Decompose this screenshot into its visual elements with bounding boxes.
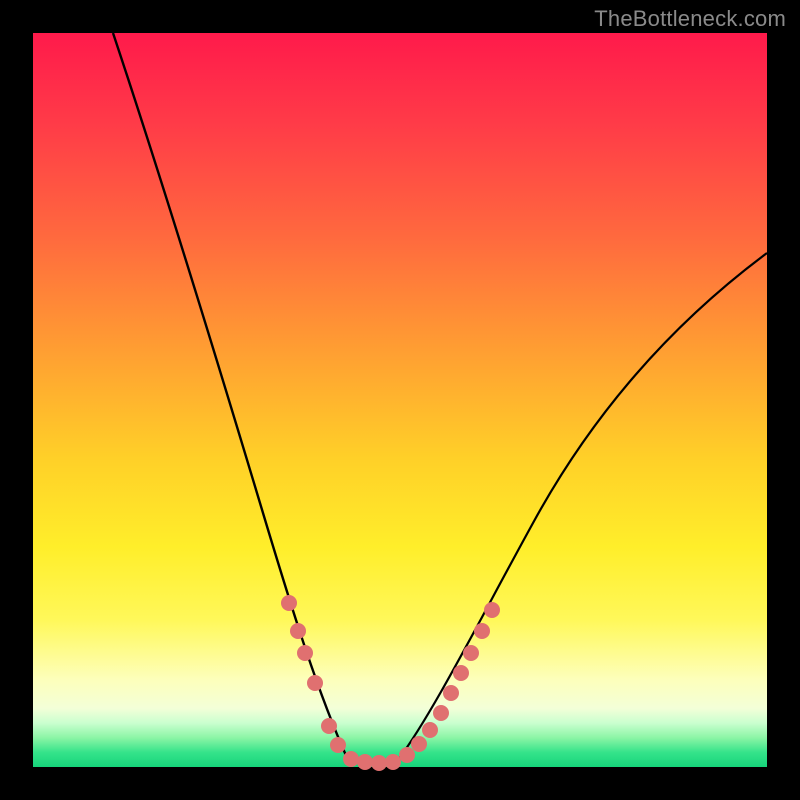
curve-left — [113, 33, 348, 760]
outer-frame: TheBottleneck.com — [0, 0, 800, 800]
watermark-text: TheBottleneck.com — [594, 6, 786, 32]
curve-layer — [33, 33, 767, 767]
dot-group — [281, 595, 500, 771]
curve-right — [398, 253, 767, 760]
